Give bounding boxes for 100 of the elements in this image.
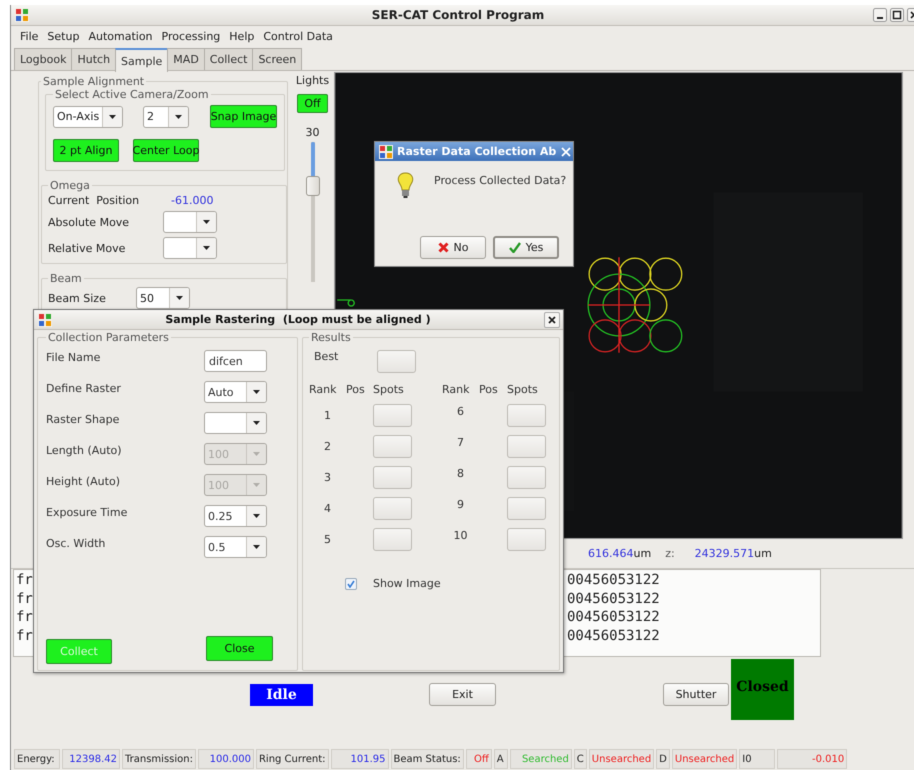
column-header: Pos <box>346 383 366 396</box>
maximize-icon[interactable] <box>890 8 904 22</box>
input-field[interactable]: difcen <box>204 350 267 372</box>
spots-button[interactable] <box>507 404 546 427</box>
spots-button[interactable] <box>507 497 546 520</box>
exit-button[interactable]: Exit <box>429 683 496 706</box>
close-button[interactable] <box>544 312 560 328</box>
status-label: Ring Current: <box>256 749 328 769</box>
status-label: I0 <box>739 749 776 769</box>
unit-label: um <box>634 547 652 560</box>
dialog-button[interactable]: Yes <box>493 236 559 259</box>
slider-handle[interactable] <box>306 176 320 196</box>
status-value: 100.000 <box>198 749 254 769</box>
dialog-button[interactable]: No <box>420 236 486 259</box>
combo-box[interactable] <box>204 412 267 434</box>
spots-button[interactable] <box>373 404 412 427</box>
group-title: Beam <box>49 272 83 285</box>
menu-item[interactable]: Setup <box>47 30 80 43</box>
menu-item[interactable]: Control Data <box>263 30 333 43</box>
status-value: Unsearched <box>672 749 738 769</box>
spots-button[interactable] <box>373 528 412 551</box>
combo-box[interactable] <box>163 211 217 233</box>
slider-value: 30 <box>306 126 320 139</box>
status-label: Beam Status: <box>390 749 464 769</box>
combo-box[interactable]: 0.5 <box>204 536 267 558</box>
field-label: Absolute Move <box>48 216 130 228</box>
combo-box[interactable]: 50 <box>136 287 190 309</box>
status-label: A <box>494 749 508 769</box>
menu-item[interactable]: Processing <box>162 30 220 43</box>
lightbulb-icon <box>397 172 414 199</box>
lights-button[interactable]: Off <box>297 94 328 113</box>
caret-icon <box>253 545 260 549</box>
spots-button[interactable] <box>507 528 546 551</box>
checkbox[interactable] <box>345 578 357 590</box>
tab[interactable]: Collect <box>204 48 254 70</box>
menu-item[interactable]: Help <box>229 30 254 43</box>
spots-button[interactable] <box>373 466 412 489</box>
log-text: fr <box>16 626 33 645</box>
spots-button[interactable] <box>507 466 546 489</box>
log-text: 00456053122 <box>567 571 660 590</box>
combo-box[interactable]: Auto <box>204 381 267 403</box>
caret-icon <box>203 220 210 224</box>
combo-box[interactable] <box>163 237 217 259</box>
app-icon <box>15 8 29 22</box>
caret-icon <box>253 483 260 487</box>
field-label: Define Raster <box>46 381 122 395</box>
status-value: -0.010 <box>777 749 848 769</box>
combo-box[interactable]: 2 <box>143 106 189 128</box>
center-loop-button[interactable]: Center Loop <box>133 139 199 162</box>
spots-button[interactable] <box>373 497 412 520</box>
caret-icon <box>253 452 260 456</box>
shutter-indicator: Closed <box>731 659 794 720</box>
menu-item[interactable]: File <box>20 30 38 43</box>
best-label: Best <box>313 350 340 363</box>
app-icon <box>379 144 393 158</box>
cross-icon <box>438 242 449 253</box>
combo-box[interactable]: 0.25 <box>204 505 267 527</box>
column-header: Rank <box>309 383 338 396</box>
rank-number: 9 <box>456 498 465 511</box>
field-label: File Name <box>46 350 102 364</box>
snap-image-button[interactable]: Snap Image <box>210 105 277 128</box>
app-icon <box>38 312 52 326</box>
field-label: Height (Auto) <box>46 474 121 488</box>
status-value: Unsearched <box>588 749 654 769</box>
align-button[interactable]: 2 pt Align <box>53 139 119 162</box>
combo-box[interactable]: On-Axis <box>53 106 123 128</box>
dialog-message: Process Collected Data? <box>434 173 566 189</box>
tab[interactable]: Sample <box>115 48 168 72</box>
tab[interactable]: MAD <box>167 48 205 70</box>
rank-number: 8 <box>456 467 465 480</box>
minimize-icon[interactable] <box>873 8 887 22</box>
field-label: Length (Auto) <box>46 443 123 457</box>
menu-item[interactable]: Automation <box>88 30 153 43</box>
log-text: 00456053122 <box>567 590 660 608</box>
caret-icon <box>176 296 183 300</box>
close-button[interactable]: Close <box>206 636 273 661</box>
field-label: Relative Move <box>48 242 126 254</box>
coordinate-value: 616.464 <box>588 547 634 560</box>
column-header: Spots <box>373 383 405 396</box>
field-label: Exposure Time <box>46 505 128 519</box>
group-title: Select Active Camera/Zoom <box>54 88 210 101</box>
log-text: 00456053122 <box>567 626 660 645</box>
spots-button[interactable] <box>507 435 546 458</box>
tab[interactable]: Screen <box>252 48 302 70</box>
caret-icon <box>253 421 260 425</box>
column-header: Pos <box>479 383 499 396</box>
tab[interactable]: Logbook <box>14 48 72 70</box>
group-title: Collection Parameters <box>47 331 170 344</box>
shutter-button[interactable]: Shutter <box>663 683 729 706</box>
status-value: Off <box>466 749 492 769</box>
position-value: -61.000 <box>171 194 214 207</box>
caret-icon <box>175 114 182 118</box>
checkbox-label: Show Image <box>373 577 441 590</box>
spots-button[interactable] <box>373 435 412 458</box>
caret-icon <box>203 246 210 250</box>
best-button[interactable] <box>377 350 416 373</box>
window-title: Sample Rastering (Loop must be aligned ) <box>164 313 432 326</box>
tab[interactable]: Hutch <box>71 48 116 70</box>
log-text: fr <box>16 590 33 608</box>
rank-number: 7 <box>456 436 465 449</box>
